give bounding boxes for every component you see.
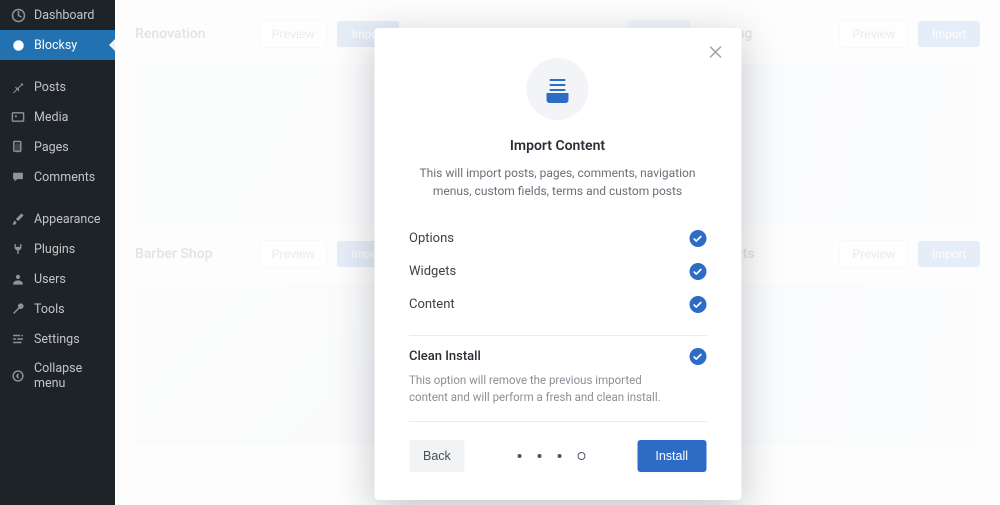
import-button[interactable]: Import [918, 241, 980, 267]
step-dot [517, 454, 521, 458]
sidebar-item-label: Pages [34, 140, 69, 155]
check-icon[interactable] [689, 263, 706, 280]
sidebar-item-blocksy[interactable]: Blocksy [0, 30, 115, 60]
option-label: Options [409, 231, 454, 246]
sidebar-item-label: Users [34, 272, 66, 287]
modal-description: This will import posts, pages, comments,… [409, 164, 706, 200]
check-icon[interactable] [689, 296, 706, 313]
sidebar-item-appearance[interactable]: Appearance [0, 204, 115, 234]
import-button[interactable]: Import [918, 21, 980, 47]
blocksy-icon [10, 37, 26, 53]
sidebar-item-dashboard[interactable]: Dashboard [0, 0, 115, 30]
back-button[interactable]: Back [409, 440, 465, 472]
dashboard-icon [10, 7, 26, 23]
sidebar-item-label: Comments [34, 170, 95, 185]
wrench-icon [10, 301, 26, 317]
preview-button[interactable]: Preview [839, 20, 908, 48]
template-thumbnail[interactable] [716, 64, 980, 224]
clean-install-label: Clean Install [409, 349, 481, 364]
template-thumbnail[interactable] [716, 284, 980, 444]
sidebar-item-users[interactable]: Users [0, 264, 115, 294]
sidebar-item-collapse[interactable]: Collapse menu [0, 354, 115, 398]
import-option-content[interactable]: Content [409, 288, 706, 321]
sidebar-item-label: Dashboard [34, 8, 94, 23]
check-icon[interactable] [689, 348, 706, 365]
plug-icon [10, 241, 26, 257]
import-options-list: Options Widgets Content [409, 222, 706, 321]
preview-button[interactable]: Preview [259, 240, 328, 268]
sliders-icon [10, 331, 26, 347]
preview-button[interactable]: Preview [839, 240, 908, 268]
sidebar-item-label: Tools [34, 302, 65, 317]
install-button[interactable]: Install [637, 440, 706, 472]
media-icon [10, 109, 26, 125]
sidebar-item-label: Posts [34, 80, 66, 95]
option-label: Content [409, 297, 455, 312]
sidebar-item-label: Settings [34, 332, 80, 347]
sidebar-item-posts[interactable]: Posts [0, 72, 115, 102]
step-dot [537, 454, 541, 458]
wp-admin-sidebar: Dashboard Blocksy Posts Media Pages Comm… [0, 0, 115, 505]
modal-title: Import Content [409, 138, 706, 154]
main-content: Renovation Preview Import Import tering [115, 0, 1000, 505]
step-current [577, 452, 585, 460]
template-thumbnail[interactable] [135, 284, 399, 444]
sidebar-item-label: Blocksy [34, 38, 77, 53]
sidebar-item-plugins[interactable]: Plugins [0, 234, 115, 264]
template-thumbnail[interactable] [135, 64, 399, 224]
option-label: Widgets [409, 264, 456, 279]
preview-button[interactable]: Preview [259, 20, 328, 48]
sidebar-item-settings[interactable]: Settings [0, 324, 115, 354]
step-dot [557, 454, 561, 458]
pin-icon [10, 79, 26, 95]
clean-install-option[interactable]: Clean Install This option will remove th… [409, 346, 706, 407]
import-content-modal: Import Content This will import posts, p… [374, 28, 741, 500]
comments-icon [10, 169, 26, 185]
close-button[interactable] [705, 42, 725, 62]
sidebar-item-label: Appearance [34, 212, 101, 227]
template-title: Barber Shop [135, 246, 213, 262]
brush-icon [10, 211, 26, 227]
sidebar-item-pages[interactable]: Pages [0, 132, 115, 162]
clean-install-description: This option will remove the previous imp… [409, 372, 706, 407]
sidebar-item-media[interactable]: Media [0, 102, 115, 132]
collapse-icon [10, 368, 26, 384]
sidebar-item-tools[interactable]: Tools [0, 294, 115, 324]
separator [409, 421, 706, 422]
sidebar-item-label: Plugins [34, 242, 75, 257]
pages-icon [10, 139, 26, 155]
step-indicator [465, 452, 638, 460]
template-title: Renovation [135, 26, 206, 42]
sidebar-item-comments[interactable]: Comments [0, 162, 115, 192]
modal-footer: Back Install [409, 440, 706, 472]
sidebar-item-label: Collapse menu [34, 361, 105, 391]
separator [409, 335, 706, 336]
check-icon[interactable] [689, 230, 706, 247]
import-option-options[interactable]: Options [409, 222, 706, 255]
sidebar-item-label: Media [34, 110, 68, 125]
import-option-widgets[interactable]: Widgets [409, 255, 706, 288]
user-icon [10, 271, 26, 287]
import-icon [527, 58, 589, 120]
